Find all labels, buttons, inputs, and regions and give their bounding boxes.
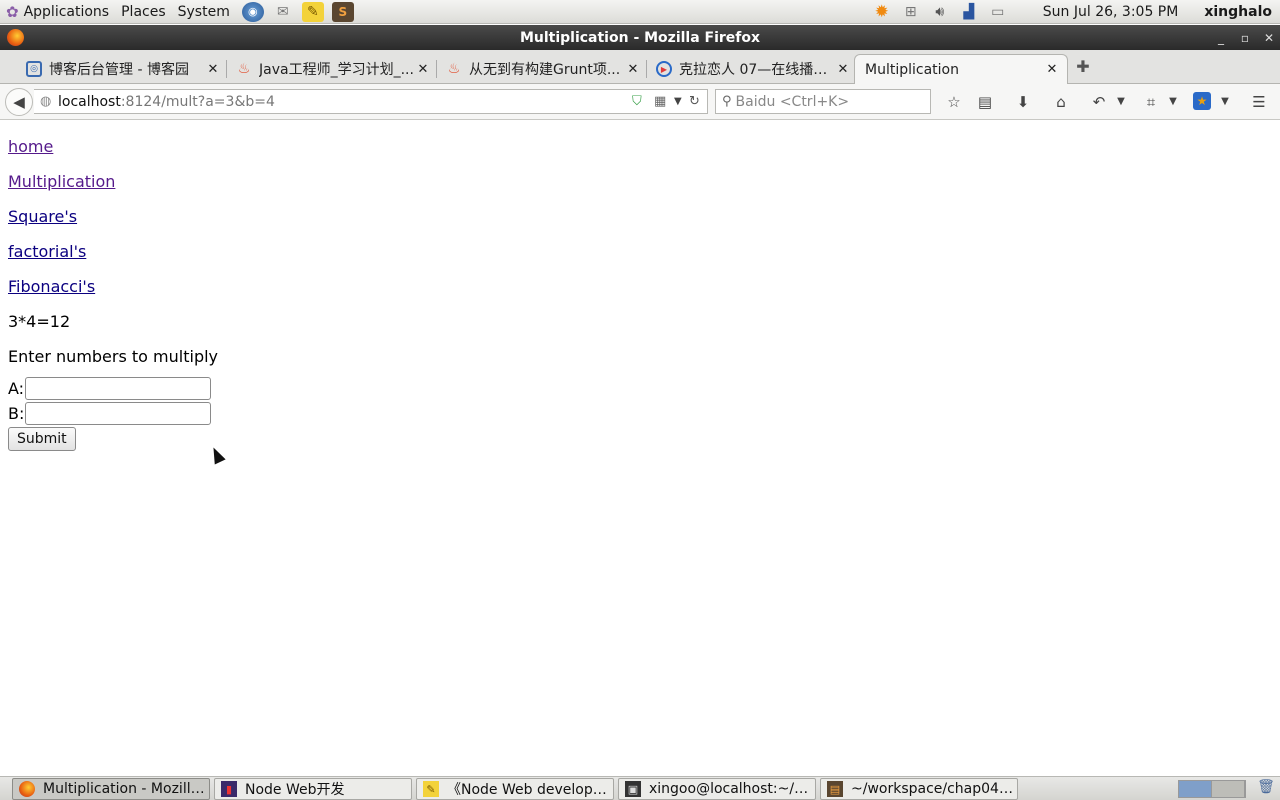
tab-close-icon[interactable]: ✕: [836, 62, 850, 77]
taskbar: Multiplication - Mozilla... ▮ Node Web开发…: [0, 776, 1280, 800]
username[interactable]: xinghalo: [1204, 4, 1272, 20]
search-icon: ⚲: [722, 94, 732, 109]
result-text: 3*4=12: [8, 312, 71, 331]
weather-icon[interactable]: ✹: [871, 2, 893, 22]
task-firefox[interactable]: Multiplication - Mozilla...: [12, 778, 210, 800]
book-icon: ▮: [221, 781, 237, 797]
chevron-down-icon[interactable]: ▼: [1214, 92, 1236, 112]
cnblogs-icon: ◎: [26, 61, 42, 77]
terminal-icon: ▣: [625, 781, 641, 797]
applications-menu[interactable]: ✿ Applications: [0, 0, 115, 24]
workspace-2[interactable]: [1212, 781, 1245, 797]
addon-icon[interactable]: ★: [1193, 92, 1211, 110]
volume-icon[interactable]: 🔊︎: [929, 2, 951, 22]
editor-icon[interactable]: S: [331, 1, 354, 22]
tab-java[interactable]: ♨ Java工程师_学习计划_... ✕: [228, 54, 438, 84]
field-b-input[interactable]: [25, 402, 212, 425]
minimize-icon[interactable]: _: [1214, 31, 1228, 45]
flame-icon: ♨: [237, 61, 251, 77]
globe-icon[interactable]: ◉: [241, 1, 264, 22]
clock[interactable]: Sun Jul 26, 3:05 PM: [1043, 4, 1179, 20]
home-link[interactable]: home: [8, 129, 1272, 164]
flame-icon: ♨: [447, 61, 461, 77]
tab-grunt[interactable]: ♨ 从无到有构建Grunt项... ✕: [438, 54, 648, 84]
nav-bar: ◀ ◍ localhost:8124/mult?a=3&b=4 ⛉ ▦ ▼ ↻ …: [0, 84, 1280, 120]
task-terminal[interactable]: ▣ xingoo@localhost:~/w...: [618, 778, 816, 800]
notes-icon: ✎: [423, 781, 439, 797]
task-node-web[interactable]: ▮ Node Web开发: [214, 778, 412, 800]
tab-close-icon[interactable]: ✕: [416, 62, 430, 77]
notes-icon[interactable]: ✎: [301, 1, 324, 22]
field-a-row: A:: [8, 376, 1272, 401]
gnome-foot-icon: ✿: [6, 2, 19, 21]
play-icon: ▶: [656, 61, 672, 77]
tab-multiplication[interactable]: Multiplication ✕: [854, 54, 1068, 84]
back-arrow-icon: ◀: [13, 93, 25, 111]
field-a-label: A:: [8, 379, 25, 398]
tab-close-icon[interactable]: ✕: [206, 62, 220, 77]
url-bar[interactable]: ◍ localhost:8124/mult?a=3&b=4 ⛉ ▦ ▼ ↻: [34, 89, 708, 114]
top-panel: ✿ Applications Places System ◉ ✉ ✎ S ✹ ⊞…: [0, 0, 1280, 24]
undo-icon[interactable]: ↶: [1088, 92, 1110, 112]
qr-code-icon[interactable]: ▦: [654, 94, 666, 109]
crop-icon[interactable]: ⌗: [1140, 92, 1162, 112]
download-icon[interactable]: ⬇: [1012, 92, 1034, 112]
url-host: localhost: [58, 93, 121, 110]
hamburger-menu-icon[interactable]: ☰: [1248, 92, 1270, 112]
tab-close-icon[interactable]: ✕: [1045, 62, 1059, 77]
maximize-icon[interactable]: ▫: [1238, 31, 1252, 45]
form-prompt: Enter numbers to multiply: [8, 347, 219, 366]
submit-button[interactable]: Submit: [8, 427, 76, 451]
firefox-icon: [7, 29, 24, 46]
chevron-down-icon[interactable]: ▼: [674, 96, 682, 107]
fibonacci-link[interactable]: Fibonacci's: [8, 269, 1272, 304]
task-workspace[interactable]: ▤ ~/workspace/chap04/...: [820, 778, 1018, 800]
network-icon[interactable]: ⊞: [900, 2, 922, 22]
url-path: :8124/mult?a=3&b=4: [120, 93, 275, 110]
clipboard-icon[interactable]: ▤: [974, 92, 996, 112]
reload-icon[interactable]: ↻: [689, 94, 700, 109]
new-tab-icon[interactable]: ✚: [1074, 58, 1092, 76]
field-a-input[interactable]: [25, 377, 212, 400]
battery-icon[interactable]: ▭: [987, 2, 1009, 22]
bookmark-star-icon[interactable]: ☆: [943, 92, 965, 112]
field-b-label: B:: [8, 404, 25, 423]
editor-icon: ▤: [827, 781, 843, 797]
tab-video[interactable]: ▶ 克拉恋人 07—在线播放... ✕: [648, 54, 858, 84]
chevron-down-icon[interactable]: ▼: [1110, 92, 1132, 112]
field-b-row: B:: [8, 401, 1272, 426]
shield-icon[interactable]: ⛉: [632, 94, 642, 109]
places-menu[interactable]: Places: [115, 0, 172, 24]
tab-close-icon[interactable]: ✕: [626, 62, 640, 77]
task-notes[interactable]: ✎ 《Node Web developer...: [416, 778, 614, 800]
page-content: home Multiplication Square's factorial's…: [0, 121, 1280, 776]
home-icon[interactable]: ⌂: [1050, 92, 1072, 112]
globe-icon: ◍: [40, 94, 52, 109]
signal-icon[interactable]: ▟: [958, 2, 980, 22]
close-icon[interactable]: ✕: [1262, 31, 1276, 45]
trash-icon[interactable]: 🗑︎: [1256, 779, 1276, 799]
window-titlebar[interactable]: Multiplication - Mozilla Firefox _ ▫ ✕: [0, 25, 1280, 50]
workspace-1[interactable]: [1179, 781, 1212, 797]
window-title: Multiplication - Mozilla Firefox: [519, 29, 761, 46]
mail-icon[interactable]: ✉: [272, 2, 294, 22]
squares-link[interactable]: Square's: [8, 199, 1272, 234]
chevron-down-icon[interactable]: ▼: [1162, 92, 1184, 112]
search-bar[interactable]: ⚲: [715, 89, 931, 114]
workspace-switcher[interactable]: [1178, 780, 1246, 798]
factorials-link[interactable]: factorial's: [8, 234, 1272, 269]
tab-cnblogs[interactable]: ◎ 博客后台管理 - 博客园 ✕: [18, 54, 228, 84]
back-button[interactable]: ◀: [5, 88, 33, 116]
multiplication-link[interactable]: Multiplication: [8, 164, 1272, 199]
firefox-icon: [19, 781, 35, 797]
search-input[interactable]: [735, 93, 916, 110]
system-menu[interactable]: System: [172, 0, 236, 24]
